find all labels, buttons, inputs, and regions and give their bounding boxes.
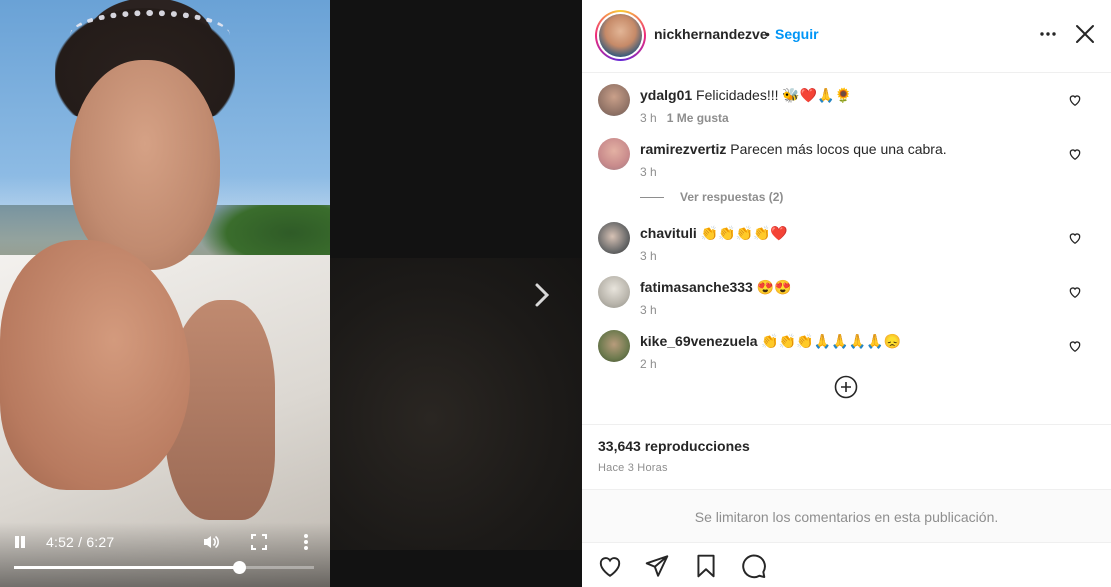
comment-text: Parecen más locos que una cabra. xyxy=(730,141,947,157)
heart-icon[interactable] xyxy=(1068,285,1082,299)
video-player[interactable]: 4:52 / 6:27 xyxy=(0,0,330,587)
comment-text: 👏👏👏🙏🙏🙏🙏😞 xyxy=(761,333,901,349)
comments-limited-notice: Se limitaron los comentarios en esta pub… xyxy=(582,489,1111,543)
pause-icon[interactable] xyxy=(12,534,28,550)
comment-username[interactable]: kike_69venezuela xyxy=(640,333,758,349)
comment-time: 3 h xyxy=(640,303,657,317)
owner-username[interactable]: nickhernandezve xyxy=(654,26,768,42)
video-progress-bar[interactable] xyxy=(14,561,314,574)
plus-circle-icon[interactable] xyxy=(834,375,858,399)
post-side-panel: nickhernandezve • Seguir ydalg01 Felicid… xyxy=(582,0,1111,587)
comment-time: 3 h xyxy=(640,249,657,263)
paper-plane-icon[interactable] xyxy=(644,553,670,579)
heart-icon[interactable] xyxy=(1068,339,1082,353)
comment-time: 3 h xyxy=(640,111,657,125)
comments-list: ydalg01 Felicidades!!! 🐝❤️🙏🌻 3 h 1 Me gus… xyxy=(582,73,1111,423)
fullscreen-icon[interactable] xyxy=(251,534,267,550)
video-controls-bar xyxy=(0,522,330,587)
comment-text: 👏👏👏👏❤️ xyxy=(700,225,788,241)
comment-username[interactable]: fatimasanche333 xyxy=(640,279,753,295)
close-icon[interactable] xyxy=(1074,23,1096,45)
avatar[interactable] xyxy=(598,222,630,254)
video-scrubber-handle[interactable] xyxy=(233,561,246,574)
more-horizontal-icon[interactable] xyxy=(1038,24,1058,44)
video-progress-fill xyxy=(14,566,239,569)
post-action-bar xyxy=(582,543,1111,587)
comment-text: Felicidades!!! 🐝❤️🙏🌻 xyxy=(696,87,853,103)
comment-time: 2 h xyxy=(640,357,657,371)
comment-icon[interactable] xyxy=(741,553,767,579)
comment-text: 😍😍 xyxy=(756,279,792,295)
comment-username[interactable]: chavituli xyxy=(640,225,697,241)
heart-icon[interactable] xyxy=(1068,231,1082,245)
post-stats: 33,643 reproducciones Hace 3 Horas xyxy=(582,424,1111,489)
heart-icon[interactable] xyxy=(597,553,623,579)
bookmark-icon[interactable] xyxy=(693,553,719,579)
comment-time: 3 h xyxy=(640,165,657,179)
volume-icon[interactable] xyxy=(202,533,220,551)
separator-dot: • xyxy=(765,26,770,42)
comment-likes[interactable]: 1 Me gusta xyxy=(667,111,729,125)
heart-icon[interactable] xyxy=(1068,93,1082,107)
comment-username[interactable]: ydalg01 xyxy=(640,87,692,103)
avatar[interactable] xyxy=(598,276,630,308)
avatar[interactable] xyxy=(598,330,630,362)
post-timestamp[interactable]: Hace 3 Horas xyxy=(598,462,668,474)
view-count[interactable]: 33,643 reproducciones xyxy=(598,438,750,454)
video-time: 4:52 / 6:27 xyxy=(46,534,115,550)
view-replies-link[interactable]: Ver respuestas (2) xyxy=(640,190,783,204)
post-header: nickhernandezve • Seguir xyxy=(582,0,1111,73)
avatar xyxy=(599,14,642,57)
comment-username[interactable]: ramirezvertiz xyxy=(640,141,726,157)
avatar[interactable] xyxy=(598,138,630,170)
instagram-post-modal: 4:52 / 6:27 nickhernandezve • Seguir yda… xyxy=(0,0,1111,587)
avatar[interactable] xyxy=(598,84,630,116)
heart-icon[interactable] xyxy=(1068,147,1082,161)
more-vertical-icon[interactable] xyxy=(298,532,314,552)
follow-button[interactable]: Seguir xyxy=(775,26,819,42)
story-ring-avatar[interactable] xyxy=(595,10,646,61)
chevron-right-icon[interactable] xyxy=(532,282,552,308)
